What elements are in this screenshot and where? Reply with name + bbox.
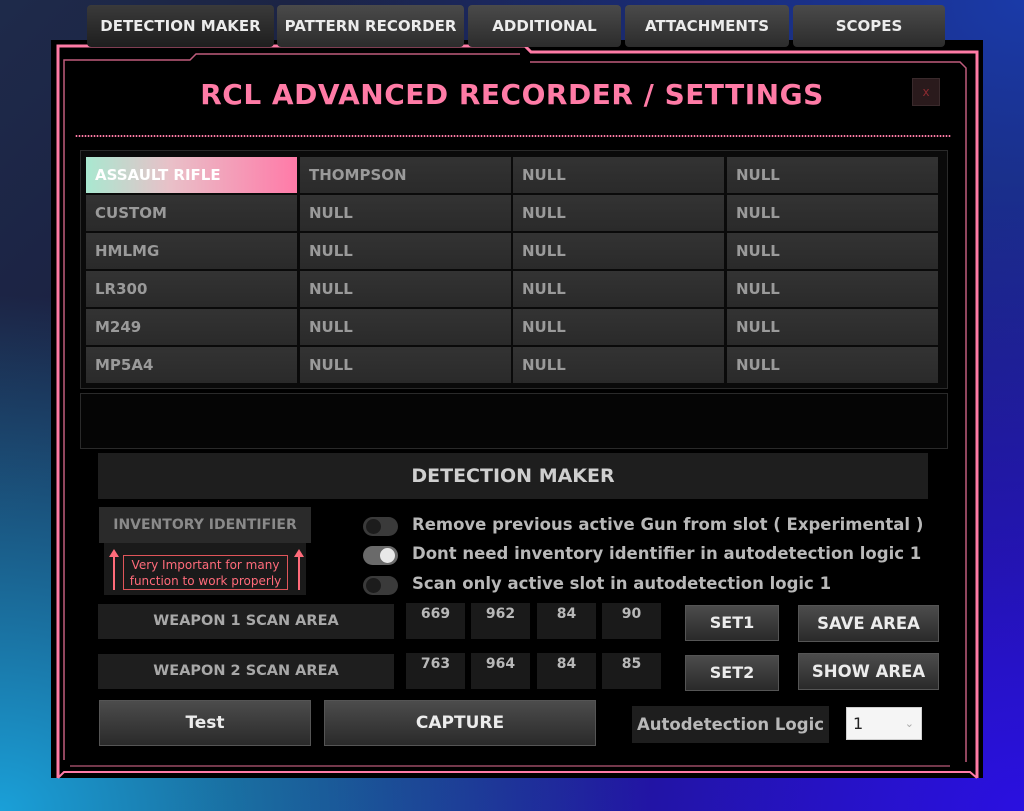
- chevron-down-icon: ⌄: [904, 717, 914, 730]
- tab-detection-maker[interactable]: DETECTION MAKER: [87, 5, 274, 47]
- arrow-up-icon: [109, 549, 119, 590]
- weapon-slot-cell[interactable]: CUSTOM: [86, 195, 297, 231]
- weapon-slot-cell[interactable]: NULL: [300, 233, 511, 269]
- tab-bar: [80, 393, 948, 449]
- warning-text: Very Important for many function to work…: [123, 555, 288, 590]
- toggle-scan-only-active-slot[interactable]: [363, 576, 398, 595]
- set1-button[interactable]: SET1: [685, 605, 779, 641]
- option-scan-only-active-slot-label: Scan only active slot in autodetection l…: [412, 574, 832, 593]
- option-remove-previous-gun-label: Remove previous active Gun from slot ( E…: [412, 515, 924, 534]
- autodetection-logic-select[interactable]: 1 ⌄: [846, 707, 922, 740]
- test-button[interactable]: Test: [99, 700, 311, 746]
- toggle-knob: [366, 578, 381, 593]
- toggle-knob: [380, 548, 395, 563]
- tab-scopes[interactable]: SCOPES: [793, 5, 945, 47]
- weapon-1-scan-area-label: WEAPON 1 SCAN AREA: [98, 604, 394, 639]
- save-area-button[interactable]: SAVE AREA: [798, 605, 939, 642]
- weapon-slot-cell[interactable]: ASSAULT RIFLE: [86, 157, 297, 193]
- weapon-slot-cell[interactable]: NULL: [513, 157, 724, 193]
- weapon-slot-cell[interactable]: THOMPSON: [300, 157, 511, 193]
- close-icon: x: [922, 85, 930, 99]
- weapon-slot-cell[interactable]: NULL: [300, 195, 511, 231]
- warning-line-1: Very Important for many: [131, 558, 280, 572]
- weapon-2-scan-area-label: WEAPON 2 SCAN AREA: [98, 654, 394, 689]
- weapon-2-area-height[interactable]: 85: [602, 653, 661, 689]
- inventory-identifier-button[interactable]: INVENTORY IDENTIFIER: [99, 507, 311, 543]
- weapon-1-area-height[interactable]: 90: [602, 603, 661, 639]
- weapon-slot-cell[interactable]: NULL: [513, 309, 724, 345]
- weapon-slot-cell[interactable]: NULL: [300, 309, 511, 345]
- section-header: DETECTION MAKER: [98, 453, 928, 499]
- arrow-up-icon: [294, 549, 304, 590]
- weapon-slot-cell[interactable]: NULL: [727, 233, 938, 269]
- weapon-2-area-x[interactable]: 763: [406, 653, 465, 689]
- autodetection-logic-label: Autodetection Logic: [632, 706, 829, 743]
- weapon-slot-cell[interactable]: NULL: [513, 195, 724, 231]
- warning-line-2: function to work properly: [129, 574, 282, 588]
- window-title: RCL ADVANCED RECORDER / SETTINGS: [200, 78, 824, 111]
- tab-attachments[interactable]: ATTACHMENTS: [625, 5, 789, 47]
- toggle-dont-need-inventory-identifier[interactable]: [363, 546, 398, 565]
- weapon-slot-cell[interactable]: NULL: [300, 271, 511, 307]
- weapon-slot-cell[interactable]: NULL: [513, 347, 724, 383]
- toggle-knob: [366, 519, 381, 534]
- weapon-2-area-width[interactable]: 84: [537, 653, 596, 689]
- weapon-slot-cell[interactable]: MP5A4: [86, 347, 297, 383]
- option-dont-need-inventory-identifier-label: Dont need inventory identifier in autode…: [412, 544, 922, 563]
- weapon-slot-cell[interactable]: NULL: [727, 309, 938, 345]
- weapon-slot-cell[interactable]: NULL: [513, 233, 724, 269]
- set2-button[interactable]: SET2: [685, 655, 779, 691]
- weapon-1-area-width[interactable]: 84: [537, 603, 596, 639]
- weapon-1-area-x[interactable]: 669: [406, 603, 465, 639]
- autodetection-logic-value: 1: [853, 714, 864, 733]
- tab-additional[interactable]: ADDITIONAL: [468, 5, 621, 47]
- weapon-2-area-y[interactable]: 964: [471, 653, 530, 689]
- weapon-slot-cell[interactable]: M249: [86, 309, 297, 345]
- toggle-remove-previous-gun[interactable]: [363, 517, 398, 536]
- weapon-slot-cell[interactable]: NULL: [727, 157, 938, 193]
- title-divider: [75, 134, 951, 138]
- weapon-slot-cell[interactable]: NULL: [727, 347, 938, 383]
- weapon-slot-cell[interactable]: NULL: [513, 271, 724, 307]
- show-area-button[interactable]: SHOW AREA: [798, 653, 939, 690]
- close-button[interactable]: x: [912, 78, 940, 106]
- weapon-slot-cell[interactable]: NULL: [300, 347, 511, 383]
- weapon-slot-cell[interactable]: NULL: [727, 271, 938, 307]
- weapon-slot-cell[interactable]: HMLMG: [86, 233, 297, 269]
- weapon-slot-cell[interactable]: LR300: [86, 271, 297, 307]
- capture-button[interactable]: CAPTURE: [324, 700, 596, 746]
- tab-pattern-recorder[interactable]: PATTERN RECORDER: [277, 5, 464, 47]
- weapon-1-area-y[interactable]: 962: [471, 603, 530, 639]
- weapon-slot-cell[interactable]: NULL: [727, 195, 938, 231]
